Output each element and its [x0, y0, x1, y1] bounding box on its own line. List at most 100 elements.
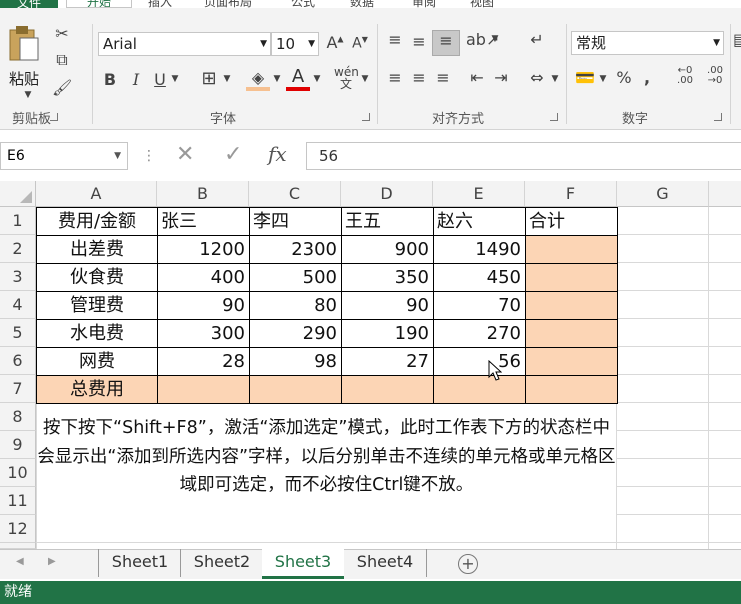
scroll-tabs-left-icon[interactable]: ◀ — [16, 556, 24, 567]
chevron-down-icon[interactable]: ▼ — [170, 74, 180, 84]
sheet-tab-sheet4[interactable]: Sheet4 — [344, 549, 427, 577]
table-cell[interactable]: 98 — [249, 347, 342, 376]
chevron-down-icon[interactable]: ▼ — [222, 74, 232, 84]
table-cell[interactable]: 190 — [341, 319, 434, 348]
table-cell[interactable] — [157, 375, 250, 404]
table-cell[interactable] — [525, 291, 618, 320]
column-header-a[interactable]: A — [36, 181, 157, 207]
table-cell[interactable]: 70 — [433, 291, 526, 320]
row-header-5[interactable]: 5 — [0, 319, 36, 347]
chevron-down-icon[interactable]: ▼ — [312, 74, 322, 84]
decrease-decimal-icon[interactable]: .00 →0 — [704, 66, 726, 86]
table-cell[interactable]: 290 — [249, 319, 342, 348]
tab-data[interactable]: 数据 — [350, 0, 374, 8]
table-cell[interactable]: 出差费 — [36, 235, 158, 264]
table-cell[interactable]: 900 — [341, 235, 434, 264]
header-cell[interactable]: 张三 — [157, 207, 250, 236]
orientation-icon[interactable]: ab↗ — [466, 30, 499, 49]
fill-color-icon[interactable]: ◈ — [246, 68, 270, 91]
tab-review[interactable]: 审阅 — [412, 0, 436, 8]
phonetic-guide-icon[interactable]: wén 文 — [334, 66, 359, 90]
tab-file[interactable]: 文件 — [0, 0, 58, 8]
font-color-icon[interactable]: A — [286, 66, 310, 91]
row-header-8[interactable]: 8 — [0, 403, 36, 431]
select-all-button[interactable] — [0, 181, 36, 207]
header-cell[interactable]: 李四 — [249, 207, 342, 236]
paste-button[interactable]: 粘贴 — [6, 24, 42, 88]
table-cell[interactable]: 1200 — [157, 235, 250, 264]
column-header-e[interactable]: E — [433, 181, 525, 207]
table-cell[interactable]: 1490 — [433, 235, 526, 264]
accounting-format-icon[interactable]: 💳 — [574, 68, 596, 87]
number-launcher-icon[interactable] — [714, 113, 722, 121]
column-header-f[interactable]: F — [525, 181, 617, 207]
table-cell[interactable]: 伙食费 — [36, 263, 158, 292]
row-header-7[interactable]: 7 — [0, 375, 36, 403]
tab-home[interactable]: 开始 — [66, 0, 132, 8]
middle-align-icon[interactable]: ≡ — [408, 32, 430, 51]
table-cell[interactable]: 450 — [433, 263, 526, 292]
sheet-tab-sheet1[interactable]: Sheet1 — [98, 549, 181, 577]
decrease-indent-icon[interactable]: ⇤ — [466, 68, 488, 87]
italic-icon[interactable]: I — [126, 70, 146, 89]
chevron-down-icon[interactable]: ▼ — [24, 90, 32, 100]
scroll-tabs-right-icon[interactable]: ▶ — [48, 556, 56, 567]
header-cell[interactable]: 费用/金额 — [36, 207, 158, 236]
tab-view[interactable]: 视图 — [470, 0, 494, 8]
row-header-2[interactable]: 2 — [0, 235, 36, 263]
row-header-6[interactable]: 6 — [0, 347, 36, 375]
enter-check-icon[interactable]: ✓ — [224, 142, 242, 167]
comma-style-icon[interactable]: , — [640, 68, 654, 87]
wrap-text-icon[interactable]: ↵ — [526, 30, 548, 49]
table-cell[interactable] — [433, 375, 526, 404]
clipboard-launcher-icon[interactable] — [50, 113, 58, 121]
table-cell[interactable]: 300 — [157, 319, 250, 348]
row-header-12[interactable]: 12 — [0, 515, 36, 543]
table-cell[interactable]: 90 — [157, 291, 250, 320]
table-cell[interactable]: 400 — [157, 263, 250, 292]
copy-icon[interactable]: ⧉ — [52, 50, 72, 70]
table-cell[interactable]: 27 — [341, 347, 434, 376]
format-painter-icon[interactable]: 🖌 — [52, 78, 72, 98]
table-cell[interactable]: 56 — [433, 347, 526, 376]
table-cell[interactable]: 网费 — [36, 347, 158, 376]
column-header-d[interactable]: D — [341, 181, 433, 207]
chevron-down-icon[interactable]: ▼ — [550, 74, 560, 84]
table-cell[interactable] — [525, 263, 618, 292]
header-cell[interactable]: 王五 — [341, 207, 434, 236]
column-header-c[interactable]: C — [249, 181, 341, 207]
merge-center-icon[interactable]: ⇔ — [526, 68, 548, 87]
sheet-tab-sheet2[interactable]: Sheet2 — [180, 549, 263, 577]
header-cell[interactable]: 赵六 — [433, 207, 526, 236]
table-cell[interactable]: 270 — [433, 319, 526, 348]
chevron-down-icon[interactable]: ▼ — [490, 34, 500, 44]
table-cell[interactable] — [525, 319, 618, 348]
header-cell[interactable]: 合计 — [525, 207, 618, 236]
row-header-1[interactable]: 1 — [0, 207, 36, 235]
table-cell[interactable] — [525, 375, 618, 404]
sheet-tab-sheet3[interactable]: Sheet3 — [262, 549, 344, 579]
increase-decimal-icon[interactable]: ←0.00 — [674, 66, 696, 86]
add-sheet-button[interactable]: + — [458, 554, 478, 574]
table-cell[interactable]: 90 — [341, 291, 434, 320]
cut-icon[interactable]: ✂ — [52, 24, 72, 44]
cancel-entry-icon[interactable]: ✕ — [176, 142, 194, 167]
table-cell[interactable] — [525, 347, 618, 376]
insert-function-icon[interactable]: fx — [268, 142, 287, 166]
font-family-select[interactable]: Arial ▼ — [98, 32, 271, 56]
column-header-h[interactable] — [709, 181, 741, 207]
number-format-select[interactable]: 常规 ▼ — [571, 31, 724, 55]
tab-formulas[interactable]: 公式 — [291, 0, 315, 8]
column-header-g[interactable]: G — [617, 181, 709, 207]
font-launcher-icon[interactable] — [362, 113, 370, 121]
name-box[interactable]: E6 ▼ — [0, 142, 128, 170]
row-header-9[interactable]: 9 — [0, 431, 36, 459]
bottom-align-icon[interactable]: ≡ — [432, 30, 460, 56]
row-header-11[interactable]: 11 — [0, 487, 36, 515]
conditional-format-icon[interactable]: ▤ — [733, 30, 741, 49]
borders-icon[interactable]: ⊞ — [198, 68, 220, 89]
table-cell[interactable]: 28 — [157, 347, 250, 376]
font-size-select[interactable]: 10 ▼ — [271, 32, 319, 56]
increase-indent-icon[interactable]: ⇥ — [490, 68, 512, 87]
top-align-icon[interactable]: ≡ — [384, 30, 406, 49]
